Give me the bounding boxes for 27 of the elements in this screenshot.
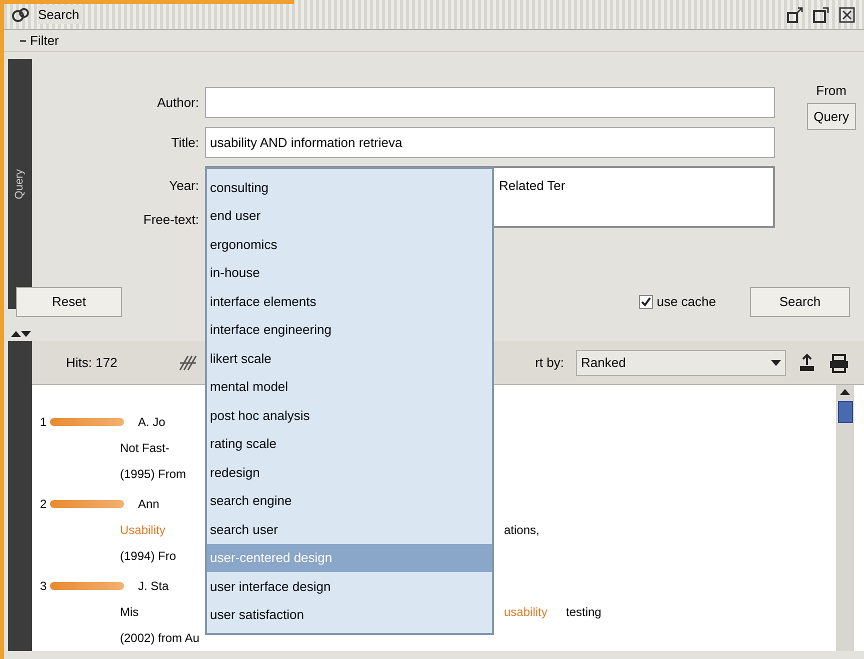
result-text: Mis xyxy=(120,604,139,621)
sort-label: rt by: xyxy=(535,354,564,372)
rank-number: 1 xyxy=(40,414,48,431)
field-label: Free-text: xyxy=(142,210,199,228)
field-value: Related Ter xyxy=(499,178,566,193)
field-label: Year: xyxy=(168,177,199,195)
result-text: A. Jo xyxy=(138,414,166,431)
result-text: usability xyxy=(504,604,548,621)
result-text: J. Sta xyxy=(138,578,169,595)
sort-value: Ranked xyxy=(581,354,627,372)
result-text: testing xyxy=(566,604,602,621)
window-title: Search xyxy=(38,4,84,24)
result-text: Ann xyxy=(138,496,160,513)
field-label: Author: xyxy=(156,94,200,112)
rank-number: 2 xyxy=(40,496,48,513)
field-value: usability AND information retrieva xyxy=(210,134,402,152)
field-label: Title: xyxy=(170,134,200,152)
from-label: From xyxy=(816,82,846,100)
query-tab-label: Query xyxy=(12,169,27,199)
result-text: ations, xyxy=(504,522,540,539)
result-text: Usability xyxy=(120,522,166,539)
rank-number: 3 xyxy=(40,578,48,595)
result-text: Not Fast- xyxy=(120,440,170,457)
result-text: (1995) From xyxy=(120,466,186,483)
result-text: (1994) Fro xyxy=(120,548,176,565)
result-text: (2002) from Au xyxy=(120,630,200,647)
hits-count: Hits: 172 xyxy=(66,354,118,372)
